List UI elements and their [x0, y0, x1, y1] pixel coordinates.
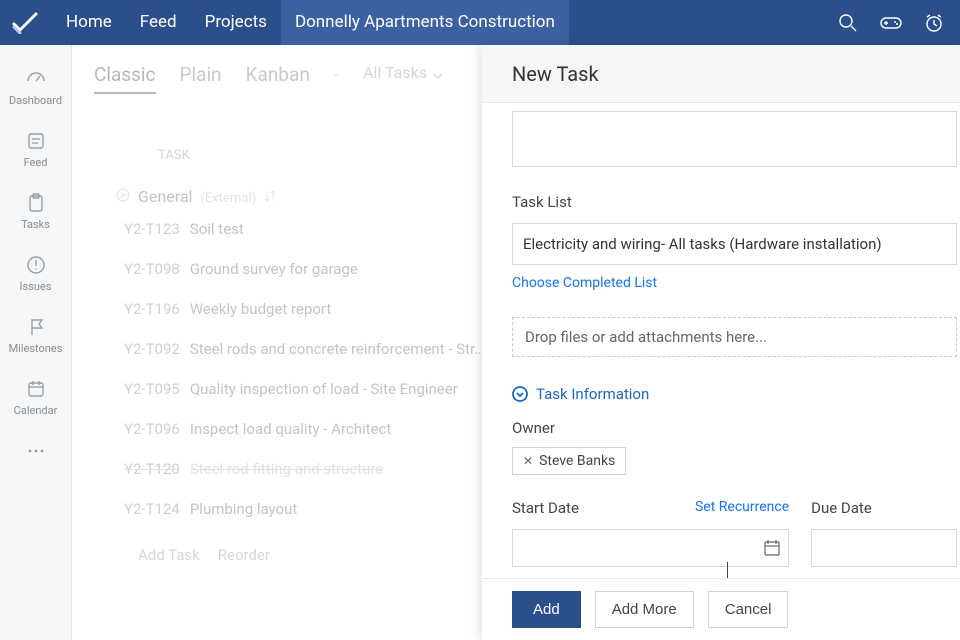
tasklist-label: Task List	[512, 193, 960, 211]
task-info-header[interactable]: Task Information	[512, 385, 960, 403]
tasks-icon	[26, 193, 46, 213]
choose-completed-link[interactable]: Choose Completed List	[512, 275, 960, 291]
task-description-input[interactable]	[512, 111, 957, 167]
nav-project-active[interactable]: Donnelly Apartments Construction	[281, 0, 569, 45]
issues-icon	[26, 255, 46, 275]
sidebar-item-more[interactable]	[0, 431, 71, 480]
sidebar-label: Issues	[20, 280, 52, 293]
sidebar-item-feed[interactable]: Feed	[0, 121, 71, 183]
app-logo-icon[interactable]	[12, 12, 38, 34]
calendar-picker-icon[interactable]	[764, 540, 780, 556]
gamepad-icon[interactable]	[880, 14, 902, 32]
start-date-input[interactable]	[512, 529, 789, 567]
alarm-icon[interactable]	[924, 13, 944, 33]
sidebar-label: Dashboard	[9, 94, 62, 107]
attachment-dropzone[interactable]: Drop files or add attachments here...	[512, 317, 957, 357]
calendar-icon	[26, 379, 46, 399]
cancel-button[interactable]: Cancel	[708, 591, 789, 628]
sidebar-item-calendar[interactable]: Calendar	[0, 369, 71, 431]
nav-projects[interactable]: Projects	[191, 0, 281, 45]
text-caret	[727, 562, 728, 578]
owner-label: Owner	[512, 419, 960, 437]
due-date-input[interactable]	[811, 529, 957, 567]
dashboard-icon	[26, 69, 46, 89]
topbar: Home Feed Projects Donnelly Apartments C…	[0, 0, 960, 45]
nav-feed[interactable]: Feed	[126, 0, 191, 45]
sidebar-item-dashboard[interactable]: Dashboard	[0, 59, 71, 121]
add-button[interactable]: Add	[512, 591, 581, 628]
new-task-panel: New Task Task List Electricity and wirin…	[482, 45, 960, 640]
nav-home[interactable]: Home	[52, 0, 126, 45]
more-icon	[26, 441, 46, 461]
sidebar-label: Tasks	[21, 218, 50, 231]
search-icon[interactable]	[838, 13, 858, 33]
topnav: Home Feed Projects Donnelly Apartments C…	[52, 0, 569, 45]
feed-icon	[26, 131, 46, 151]
tasklist-select[interactable]: Electricity and wiring- All tasks (Hardw…	[512, 223, 957, 265]
panel-title: New Task	[482, 45, 960, 103]
left-sidebar: Dashboard Feed Tasks Issues Milestones C…	[0, 45, 72, 640]
chevron-down-icon	[512, 386, 528, 402]
remove-owner-icon[interactable]: ✕	[523, 454, 533, 468]
sidebar-item-tasks[interactable]: Tasks	[0, 183, 71, 245]
set-recurrence-link[interactable]: Set Recurrence	[695, 499, 789, 515]
sidebar-item-issues[interactable]: Issues	[0, 245, 71, 307]
add-more-button[interactable]: Add More	[595, 591, 694, 628]
sidebar-label: Feed	[24, 156, 48, 169]
due-date-label: Due Date	[811, 499, 957, 517]
owner-chip[interactable]: ✕Steve Banks	[512, 447, 626, 475]
sidebar-label: Milestones	[9, 342, 63, 355]
sidebar-item-milestones[interactable]: Milestones	[0, 307, 71, 369]
sidebar-label: Calendar	[14, 404, 58, 417]
panel-footer: Add Add More Cancel	[482, 578, 960, 640]
milestone-icon	[26, 317, 46, 337]
